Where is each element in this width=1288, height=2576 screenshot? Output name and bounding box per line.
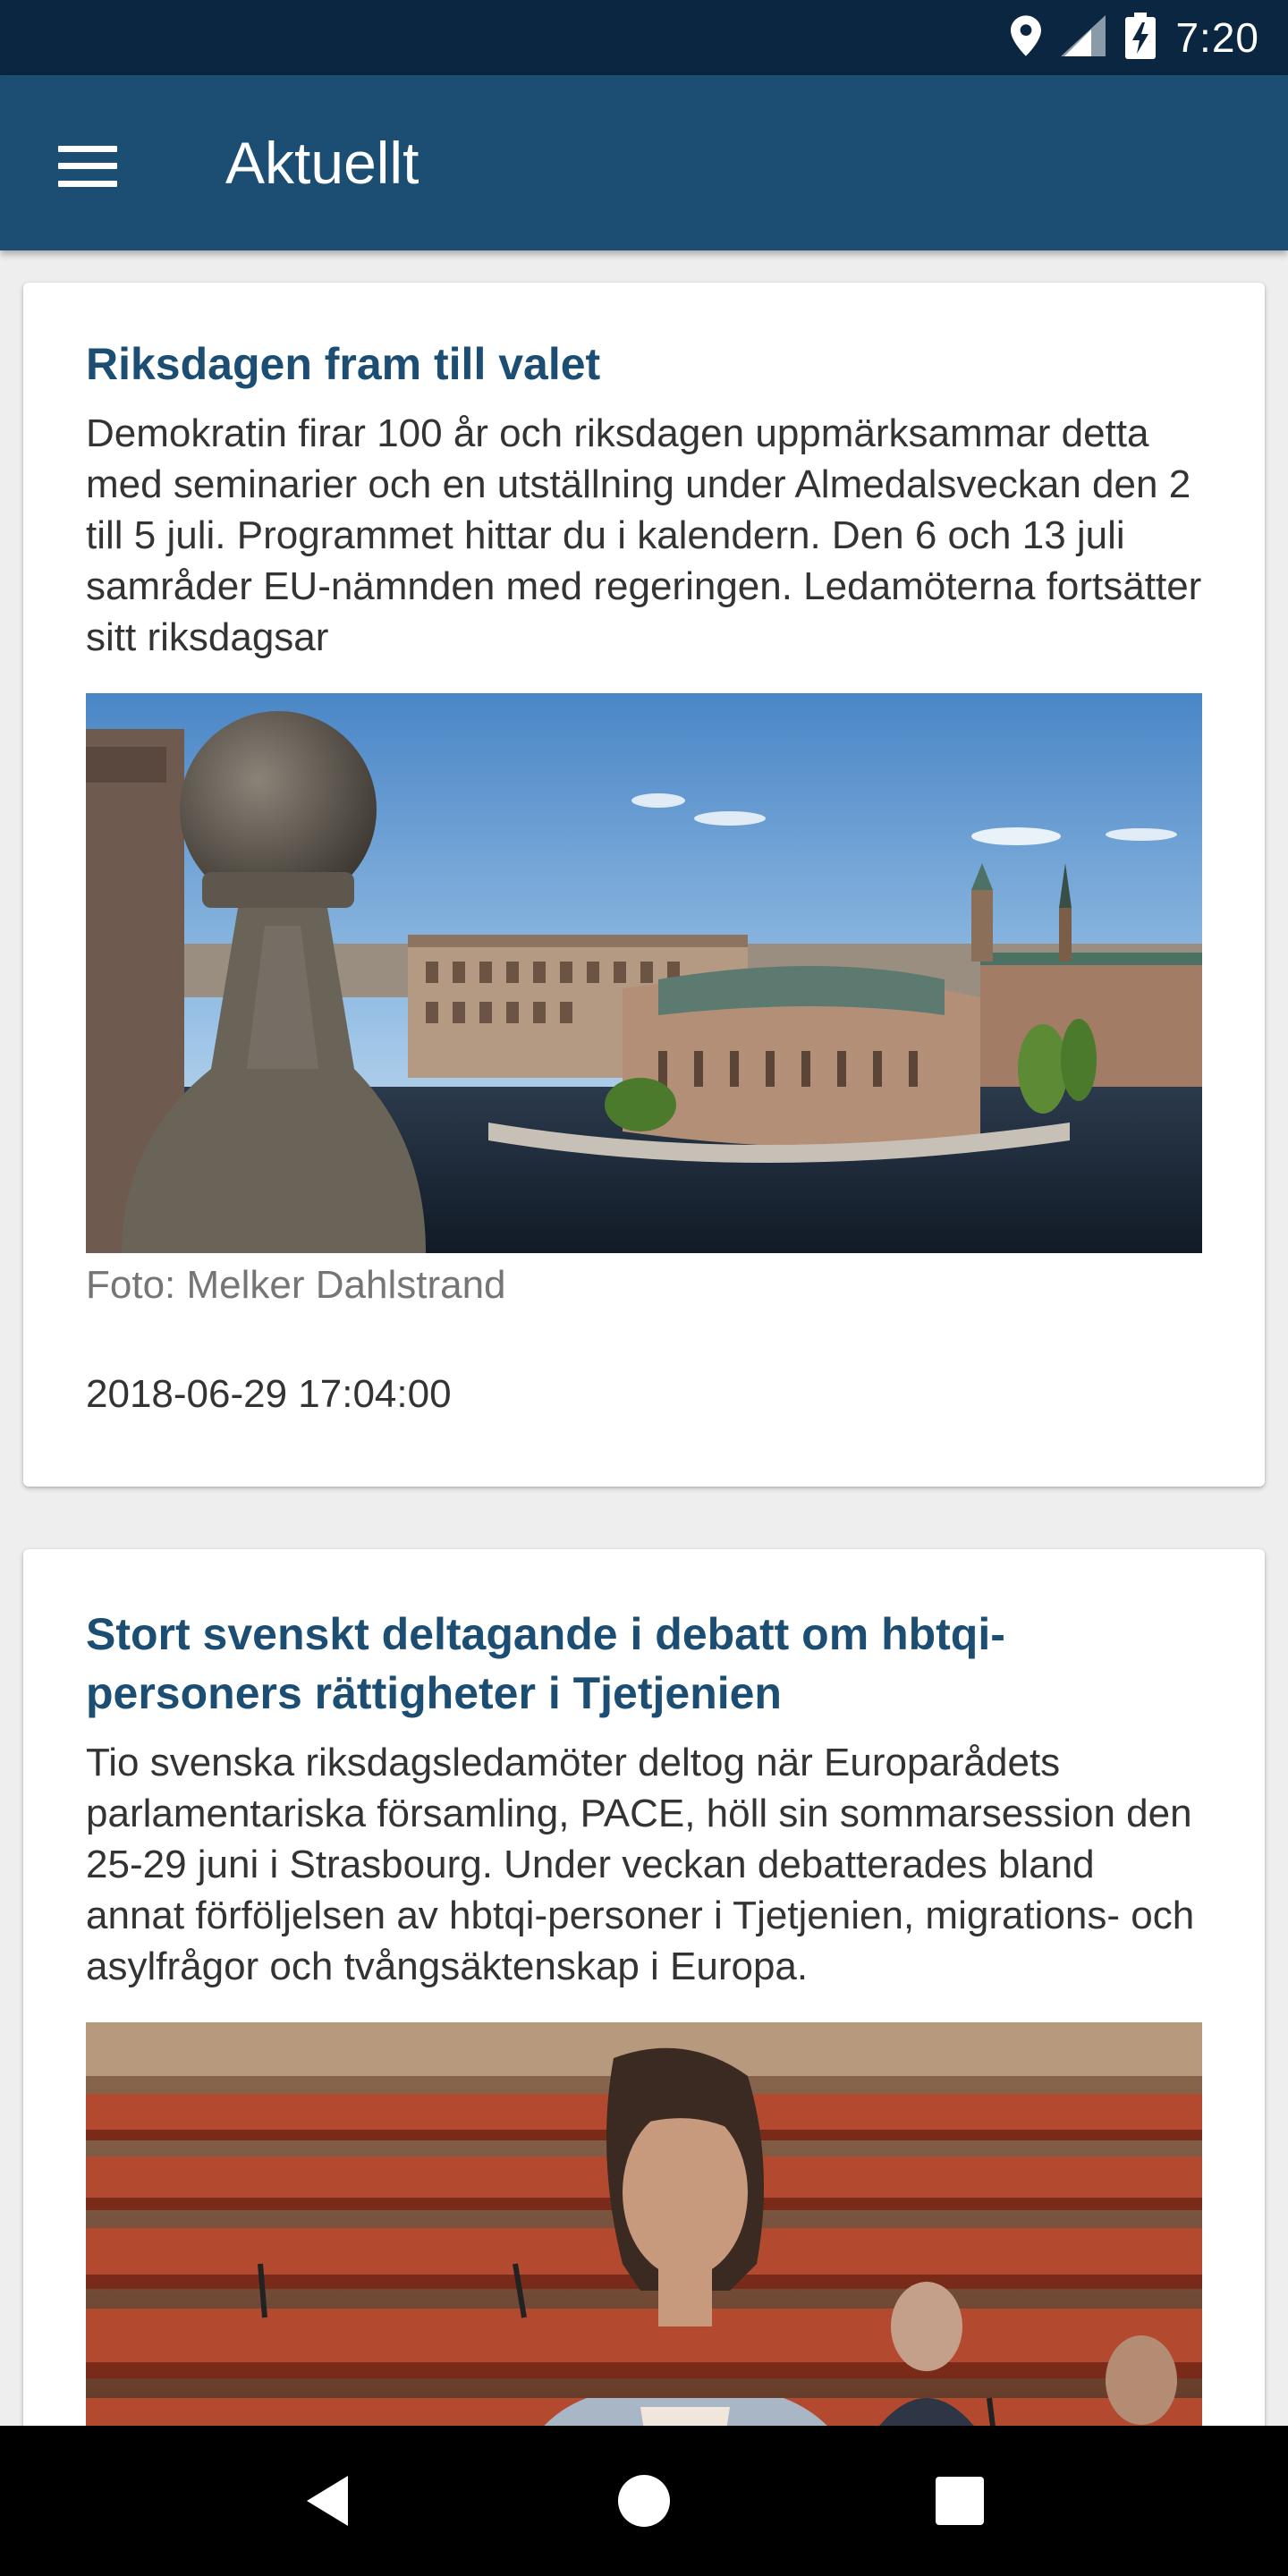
status-time: 7:20 [1175, 14, 1259, 61]
news-card-image [86, 693, 1202, 1253]
status-bar: 7:20 [0, 0, 1288, 75]
news-card-title[interactable]: Stort svenskt deltagande i debatt om hbt… [86, 1605, 1202, 1723]
recents-button[interactable] [906, 2447, 1013, 2555]
news-card-body: Demokratin firar 100 år och riksdagen up… [86, 411, 1202, 659]
news-card-image [86, 2022, 1202, 2426]
news-feed[interactable]: Riksdagen fram till valet Demokratin fir… [0, 250, 1288, 2426]
app-bar: Aktuellt [0, 75, 1288, 250]
home-icon [617, 2475, 670, 2527]
news-card[interactable]: Riksdagen fram till valet Demokratin fir… [23, 283, 1265, 1487]
hamburger-menu-icon [58, 146, 117, 187]
news-card-body: Tio svenska riksdagsledamöter deltog när… [86, 1741, 1195, 1988]
back-button[interactable] [275, 2447, 382, 2555]
page-title: Aktuellt [225, 130, 419, 196]
battery-charging-icon [1125, 12, 1157, 64]
back-icon [306, 2476, 348, 2526]
photo-caption: Foto: Melker Dahlstrand [86, 1263, 506, 1307]
status-icons: 7:20 [1011, 0, 1259, 75]
news-card-date: 2018-06-29 17:04:00 [86, 1372, 452, 1416]
signal-icon [1061, 14, 1106, 61]
recents-icon [936, 2477, 985, 2525]
news-card[interactable]: Stort svenskt deltagande i debatt om hbt… [23, 1549, 1265, 2426]
menu-button[interactable] [36, 123, 140, 209]
system-nav-bar [0, 2426, 1288, 2576]
news-card-title[interactable]: Riksdagen fram till valet [86, 335, 1202, 394]
location-icon [1011, 14, 1042, 61]
home-button[interactable] [590, 2447, 698, 2555]
